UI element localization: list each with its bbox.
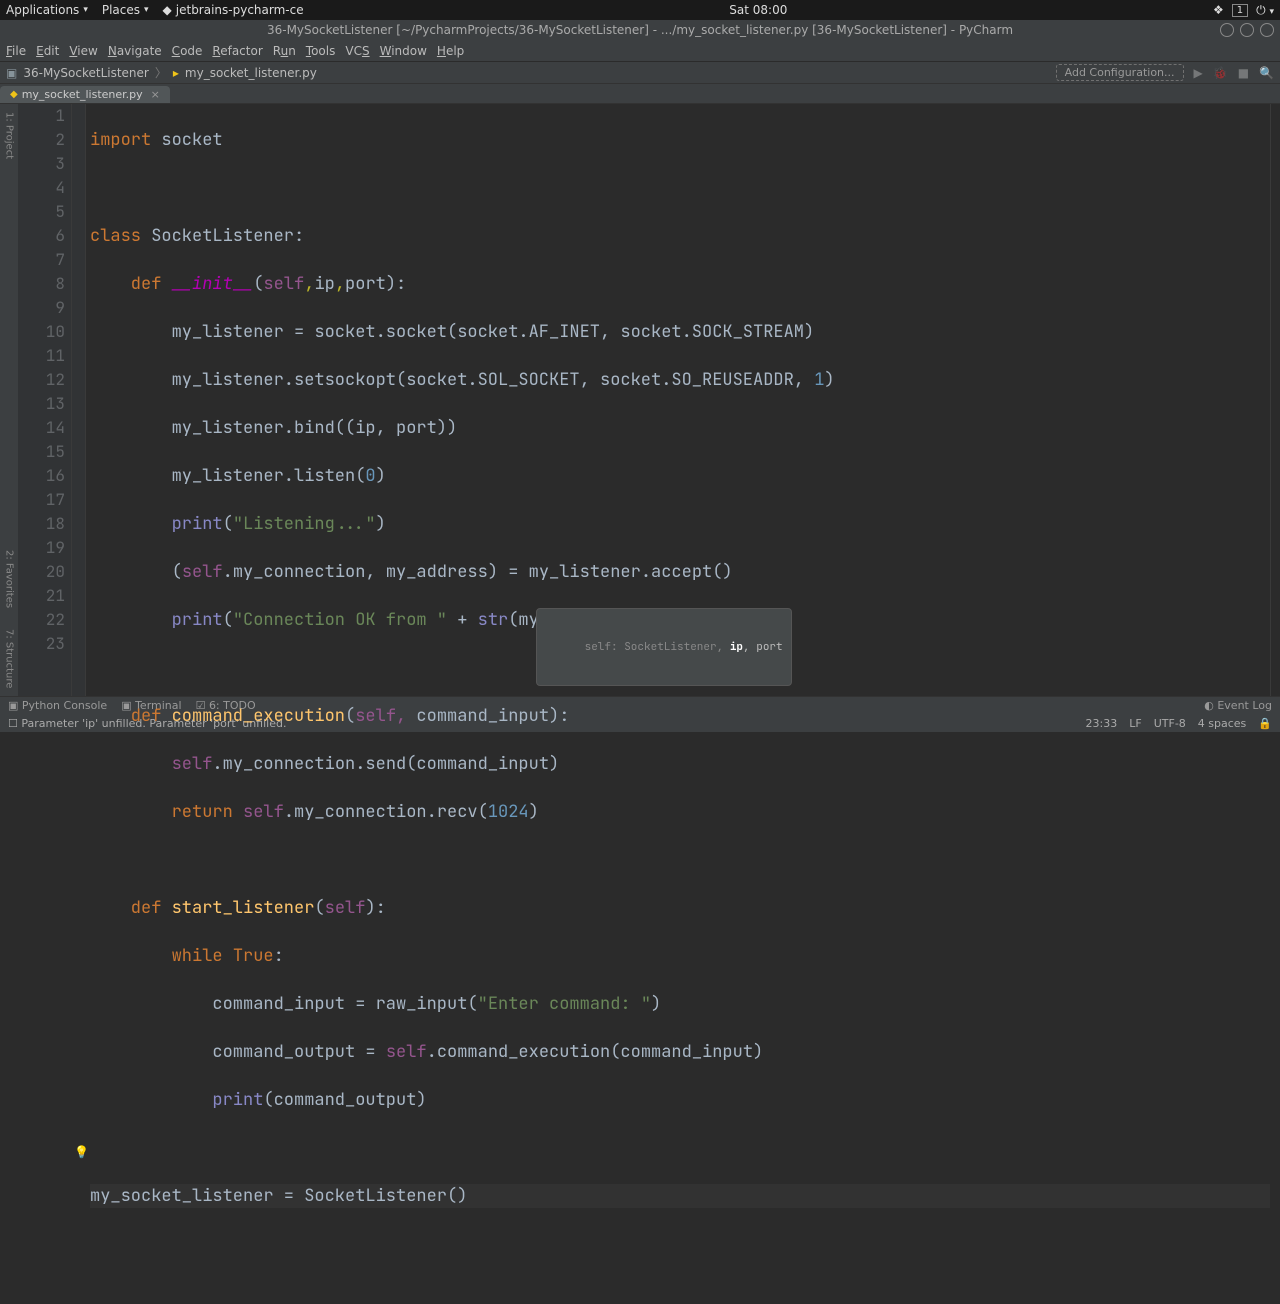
editor-tab[interactable]: ◆ my_socket_listener.py ×: [0, 86, 170, 103]
close-button[interactable]: [1260, 23, 1274, 37]
run-icon: ▶: [1194, 66, 1203, 80]
applications-menu[interactable]: Applications ▾: [6, 3, 88, 17]
intention-bulb-icon[interactable]: 💡: [74, 1140, 89, 1164]
minimize-button[interactable]: [1220, 23, 1234, 37]
status-icon: ☐: [8, 717, 18, 730]
menu-edit[interactable]: Edit: [36, 44, 59, 58]
menu-vcs[interactable]: VCS: [345, 44, 369, 58]
close-tab-icon[interactable]: ×: [151, 88, 160, 101]
parameter-info-popup: self: SocketListener, ip, port: [536, 608, 792, 686]
navigation-bar: ▣ 36-MySocketListener 〉 ▸ my_socket_list…: [0, 62, 1280, 84]
menu-view[interactable]: View: [69, 44, 97, 58]
menu-run[interactable]: Run: [273, 44, 296, 58]
menu-tools[interactable]: Tools: [306, 44, 336, 58]
debug-icon: 🐞: [1213, 66, 1228, 80]
system-menu[interactable]: ⏻ ▾: [1256, 3, 1274, 18]
stop-icon: ■: [1238, 66, 1249, 80]
running-app[interactable]: ◆ jetbrains-pycharm-ce: [163, 3, 304, 17]
maximize-button[interactable]: [1240, 23, 1254, 37]
workspace-indicator[interactable]: 1: [1232, 4, 1248, 17]
menu-help[interactable]: Help: [437, 44, 464, 58]
menu-code[interactable]: Code: [172, 44, 203, 58]
editor-scrollbar[interactable]: [1270, 104, 1280, 696]
project-tool[interactable]: 1: Project: [4, 112, 15, 159]
python-file-icon: ◆: [10, 89, 18, 100]
search-everywhere-icon[interactable]: 🔍: [1259, 66, 1274, 80]
menu-refactor[interactable]: Refactor: [212, 44, 262, 58]
favorites-tool[interactable]: 2: Favorites: [4, 550, 15, 608]
line-number-gutter: 1234567891011121314151617181920212223: [18, 104, 72, 696]
fold-gutter: [72, 104, 86, 696]
tray-icon[interactable]: ❖: [1213, 3, 1224, 17]
editor-tabbar: ◆ my_socket_listener.py ×: [0, 84, 1280, 104]
menubar: File Edit View Navigate Code Refactor Ru…: [0, 40, 1280, 62]
code-editor[interactable]: import socket class SocketListener: def …: [86, 104, 1270, 696]
breadcrumb-project[interactable]: 36-MySocketListener: [23, 66, 149, 80]
window-titlebar: 36-MySocketListener [~/PycharmProjects/3…: [0, 20, 1280, 40]
structure-tool[interactable]: 7: Structure: [4, 629, 15, 688]
left-tool-strip: 1: Project 2: Favorites 7: Structure: [0, 104, 18, 696]
places-menu[interactable]: Places ▾: [102, 3, 149, 17]
menu-navigate[interactable]: Navigate: [108, 44, 162, 58]
folder-icon: ▣: [6, 66, 17, 80]
menu-window[interactable]: Window: [380, 44, 427, 58]
breadcrumb-file[interactable]: my_socket_listener.py: [185, 66, 317, 80]
editor-area: 1: Project 2: Favorites 7: Structure 123…: [0, 104, 1280, 696]
python-file-icon: ▸: [173, 66, 179, 80]
clock: Sat 08:00: [729, 3, 787, 17]
menu-file[interactable]: File: [6, 44, 26, 58]
gnome-top-panel: Applications ▾ Places ▾ ◆ jetbrains-pych…: [0, 0, 1280, 20]
add-configuration-button[interactable]: Add Configuration...: [1056, 64, 1184, 81]
